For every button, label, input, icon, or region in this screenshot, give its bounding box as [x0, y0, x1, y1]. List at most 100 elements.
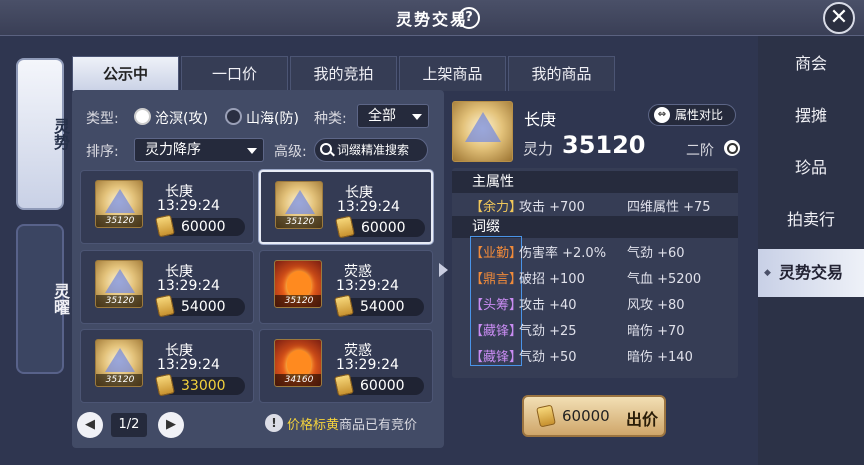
spirit-item-icon: 35120 — [95, 260, 143, 308]
affix-stat: 气劲 +60 — [627, 246, 685, 261]
info-icon: ! — [265, 414, 283, 432]
coin-icon — [155, 214, 175, 238]
type-radio-defense[interactable] — [225, 108, 242, 125]
kind-select-value: 全部 — [368, 108, 396, 124]
nav-item-stall[interactable]: 摆摊 — [758, 92, 864, 140]
chevron-down-icon — [412, 114, 422, 120]
item-power: 35120 — [96, 295, 142, 307]
tab-buyout[interactable]: 一口价 — [181, 56, 288, 91]
detail-name: 长庚 — [524, 110, 557, 129]
item-card-selected[interactable]: 35120 长庚 13:29:24 60000 — [259, 170, 433, 244]
affix-header: 词缀 — [452, 216, 738, 238]
nav-item-spirit-trade[interactable]: 灵势交易 — [758, 249, 864, 297]
affix-search-label: 词缀精准搜索 — [337, 143, 410, 157]
close-icon[interactable]: ✕ — [823, 2, 855, 34]
nav-item-guild[interactable]: 商会 — [758, 40, 864, 88]
item-card[interactable]: 35120 长庚 13:29:24 54000 — [80, 250, 254, 324]
item-price-bar: 54000 — [334, 294, 424, 318]
affix-stat: 伤害率 +2.0% — [519, 246, 607, 261]
item-time: 13:29:24 — [157, 278, 220, 294]
item-price: 60000 — [361, 220, 406, 236]
sort-select-value: 灵力降序 — [145, 142, 201, 158]
nav-item-auction[interactable]: 拍卖行 — [758, 196, 864, 244]
item-price: 60000 — [360, 378, 405, 394]
right-nav: 商会 摆摊 珍品 拍卖行 灵势交易 — [758, 36, 864, 465]
type-option-attack: 沧溟(攻) — [155, 111, 208, 127]
detail-power-value: 35120 — [562, 131, 646, 159]
tab-public[interactable]: 公示中 — [72, 56, 179, 91]
affix-search-button[interactable]: 词缀精准搜索 — [314, 138, 428, 162]
detail-rank: 二阶 — [686, 143, 714, 159]
kind-label: 种类: — [314, 111, 347, 127]
item-price-bidded: 33000 — [181, 378, 226, 394]
prev-page-button[interactable]: ◀ — [77, 412, 103, 438]
compare-attributes-button[interactable]: ⇔ 属性对比 — [648, 104, 736, 126]
notice-text: 商品已有竞价 — [339, 418, 418, 433]
affix-stat: 气血 +5200 — [627, 272, 702, 287]
bid-button[interactable]: 60000 出价 — [522, 395, 666, 437]
spirit-item-icon: 35120 — [95, 180, 143, 228]
item-power: 35120 — [96, 374, 142, 386]
item-price-bar: 54000 — [155, 294, 245, 318]
item-time: 13:29:24 — [157, 198, 220, 214]
magnify-icon[interactable] — [724, 140, 740, 156]
item-card[interactable]: 35120 长庚 13:29:24 60000 — [80, 170, 254, 244]
sort-label: 排序: — [86, 144, 119, 160]
swap-arrows-icon: ⇔ — [654, 107, 670, 123]
affix-stat: 气劲 +50 — [519, 350, 577, 365]
window-title: 灵势交易 — [395, 10, 468, 29]
coin-icon — [155, 294, 175, 318]
item-card[interactable]: 34160 荧惑 13:29:24 60000 — [259, 329, 433, 403]
coin-icon — [536, 404, 556, 428]
next-page-button[interactable]: ▶ — [158, 412, 184, 438]
chevron-down-icon — [247, 148, 257, 154]
affix-stat: 气劲 +25 — [519, 324, 577, 339]
tab-my-bids[interactable]: 我的竞拍 — [290, 56, 397, 91]
fire-item-icon: 35120 — [274, 260, 322, 308]
affix-tag: 【业勤】 — [470, 246, 523, 261]
tab-list-item[interactable]: 上架商品 — [399, 56, 506, 91]
affix-tag: 【头筹】 — [470, 298, 523, 313]
item-card[interactable]: 35120 荧惑 13:29:24 54000 — [259, 250, 433, 324]
item-card[interactable]: 35120 长庚 13:29:24 33000 — [80, 329, 254, 403]
title-bar: 灵势交易 ? ✕ — [0, 0, 864, 36]
affix-stat: 攻击 +40 — [519, 298, 577, 313]
coin-icon — [335, 215, 355, 239]
item-time: 13:29:24 — [337, 199, 400, 215]
item-power: 35120 — [276, 216, 322, 228]
detail-power-label: 灵力 — [523, 140, 554, 158]
sort-select[interactable]: 灵力降序 — [134, 138, 264, 162]
item-price-bar: 33000 — [155, 373, 245, 397]
coin-icon — [334, 294, 354, 318]
nav-item-treasure[interactable]: 珍品 — [758, 144, 864, 192]
item-price: 54000 — [360, 299, 405, 315]
spirit-item-icon: 35120 — [95, 339, 143, 387]
main-attr-stat: 攻击 +700 — [519, 200, 585, 215]
main-attr-tag: 【余力】 — [470, 200, 523, 215]
item-time: 13:29:24 — [336, 357, 399, 373]
affix-tag: 【藏锋】 — [470, 350, 523, 365]
coin-icon — [334, 373, 354, 397]
help-icon[interactable]: ? — [458, 7, 480, 29]
type-radio-attack[interactable] — [134, 108, 151, 125]
type-label: 类型: — [86, 111, 119, 127]
fire-item-icon: 34160 — [274, 339, 322, 387]
type-option-defense: 山海(防) — [246, 111, 299, 127]
left-tab-lingshi[interactable]: 灵势 — [16, 58, 70, 210]
item-time: 13:29:24 — [157, 357, 220, 373]
price-notice: 价格标黄商品已有竞价 — [287, 414, 417, 433]
item-price: 54000 — [181, 299, 226, 315]
kind-select[interactable]: 全部 — [357, 104, 429, 128]
main-attr-stat: 四维属性 +75 — [627, 200, 711, 215]
left-tab-label: 灵势 — [51, 118, 70, 150]
left-tab-lingyao[interactable]: 灵曜 — [16, 224, 70, 374]
tab-my-items[interactable]: 我的商品 — [508, 56, 615, 91]
bid-label: 出价 — [626, 410, 659, 429]
affix-stat: 破招 +100 — [519, 272, 585, 287]
main-attr-header: 主属性 — [452, 171, 738, 193]
item-power: 34160 — [275, 374, 321, 386]
page-indicator: 1/2 — [111, 413, 147, 437]
search-icon — [320, 143, 332, 155]
item-power: 35120 — [96, 215, 142, 227]
detail-item-icon — [452, 101, 513, 162]
